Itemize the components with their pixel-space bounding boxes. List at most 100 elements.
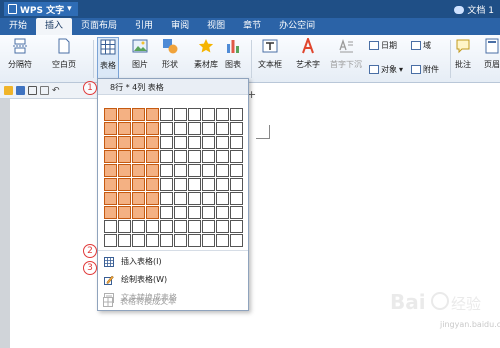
grid-cell[interactable] [118,136,131,149]
grid-cell[interactable] [132,108,145,121]
grid-cell[interactable] [146,206,159,219]
open-icon[interactable] [4,86,13,95]
tab-home[interactable]: 开始 [0,18,36,35]
grid-cell[interactable] [132,136,145,149]
comment-button[interactable]: 批注 [455,38,471,70]
grid-cell[interactable] [146,164,159,177]
grid-cell[interactable] [160,206,173,219]
grid-cell[interactable] [174,206,187,219]
object-button[interactable]: 对象 ▾ [369,64,403,75]
grid-cell[interactable] [132,234,145,247]
grid-cell[interactable] [230,178,243,191]
grid-cell[interactable] [174,220,187,233]
grid-cell[interactable] [188,178,201,191]
tab-review[interactable]: 审阅 [162,18,198,35]
grid-cell[interactable] [188,136,201,149]
print-icon[interactable] [28,86,37,95]
grid-cell[interactable] [146,192,159,205]
grid-cell[interactable] [104,206,117,219]
grid-cell[interactable] [174,192,187,205]
grid-cell[interactable] [188,164,201,177]
header-button[interactable]: 页眉 [484,38,500,70]
grid-cell[interactable] [174,122,187,135]
picture-button[interactable]: 图片 [132,38,148,70]
grid-cell[interactable] [188,150,201,163]
grid-cell[interactable] [216,122,229,135]
grid-cell[interactable] [104,192,117,205]
grid-cell[interactable] [174,164,187,177]
grid-cell[interactable] [202,108,215,121]
tab-section[interactable]: 章节 [234,18,270,35]
save-icon[interactable] [16,86,25,95]
tab-view[interactable]: 视图 [198,18,234,35]
grid-cell[interactable] [216,234,229,247]
chart-button[interactable]: 图表 [225,38,241,70]
grid-cell[interactable] [132,220,145,233]
attachment-button[interactable]: 附件 [411,64,439,75]
grid-cell[interactable] [118,164,131,177]
grid-cell[interactable] [118,122,131,135]
grid-cell[interactable] [104,122,117,135]
grid-cell[interactable] [146,220,159,233]
grid-cell[interactable] [132,192,145,205]
grid-cell[interactable] [146,234,159,247]
grid-cell[interactable] [160,122,173,135]
app-menu-button[interactable]: WPS 文字 ▾ [4,2,78,16]
grid-cell[interactable] [188,122,201,135]
grid-cell[interactable] [160,136,173,149]
grid-cell[interactable] [118,234,131,247]
date-button[interactable]: 日期 [369,40,397,51]
grid-cell[interactable] [146,108,159,121]
material-library-button[interactable]: 素材库 [194,38,218,70]
grid-cell[interactable] [230,136,243,149]
table-to-text-item[interactable]: 表格转换成文本 [103,296,176,307]
grid-cell[interactable] [146,150,159,163]
tab-page-layout[interactable]: 页面布局 [72,18,126,35]
grid-cell[interactable] [132,122,145,135]
grid-cell[interactable] [188,108,201,121]
table-button[interactable]: 表格 [97,37,119,79]
grid-cell[interactable] [104,234,117,247]
grid-cell[interactable] [202,178,215,191]
grid-cell[interactable] [202,150,215,163]
grid-cell[interactable] [174,234,187,247]
grid-cell[interactable] [230,164,243,177]
grid-cell[interactable] [202,164,215,177]
grid-cell[interactable] [174,150,187,163]
grid-cell[interactable] [132,178,145,191]
shape-button[interactable]: 形状 [162,38,178,70]
table-size-grid[interactable] [104,108,243,247]
grid-cell[interactable] [216,136,229,149]
grid-cell[interactable] [216,178,229,191]
grid-cell[interactable] [118,108,131,121]
grid-cell[interactable] [188,234,201,247]
grid-cell[interactable] [188,220,201,233]
grid-cell[interactable] [188,206,201,219]
grid-cell[interactable] [230,206,243,219]
grid-cell[interactable] [118,150,131,163]
grid-cell[interactable] [160,150,173,163]
grid-cell[interactable] [202,192,215,205]
grid-cell[interactable] [230,108,243,121]
grid-cell[interactable] [160,108,173,121]
field-button[interactable]: 域 [411,40,431,51]
page-break-button[interactable]: 分隔符 [8,38,32,70]
blank-page-button[interactable]: 空白页 [52,38,76,70]
grid-cell[interactable] [230,150,243,163]
grid-cell[interactable] [216,220,229,233]
grid-cell[interactable] [118,206,131,219]
grid-cell[interactable] [174,178,187,191]
grid-cell[interactable] [230,192,243,205]
tab-insert[interactable]: 插入 [36,18,73,35]
grid-cell[interactable] [202,234,215,247]
grid-cell[interactable] [230,234,243,247]
grid-cell[interactable] [216,150,229,163]
grid-cell[interactable] [216,108,229,121]
grid-cell[interactable] [104,220,117,233]
grid-cell[interactable] [160,164,173,177]
undo-icon[interactable]: ↶ [52,86,60,96]
grid-cell[interactable] [132,150,145,163]
grid-cell[interactable] [216,192,229,205]
grid-cell[interactable] [118,178,131,191]
grid-cell[interactable] [132,206,145,219]
